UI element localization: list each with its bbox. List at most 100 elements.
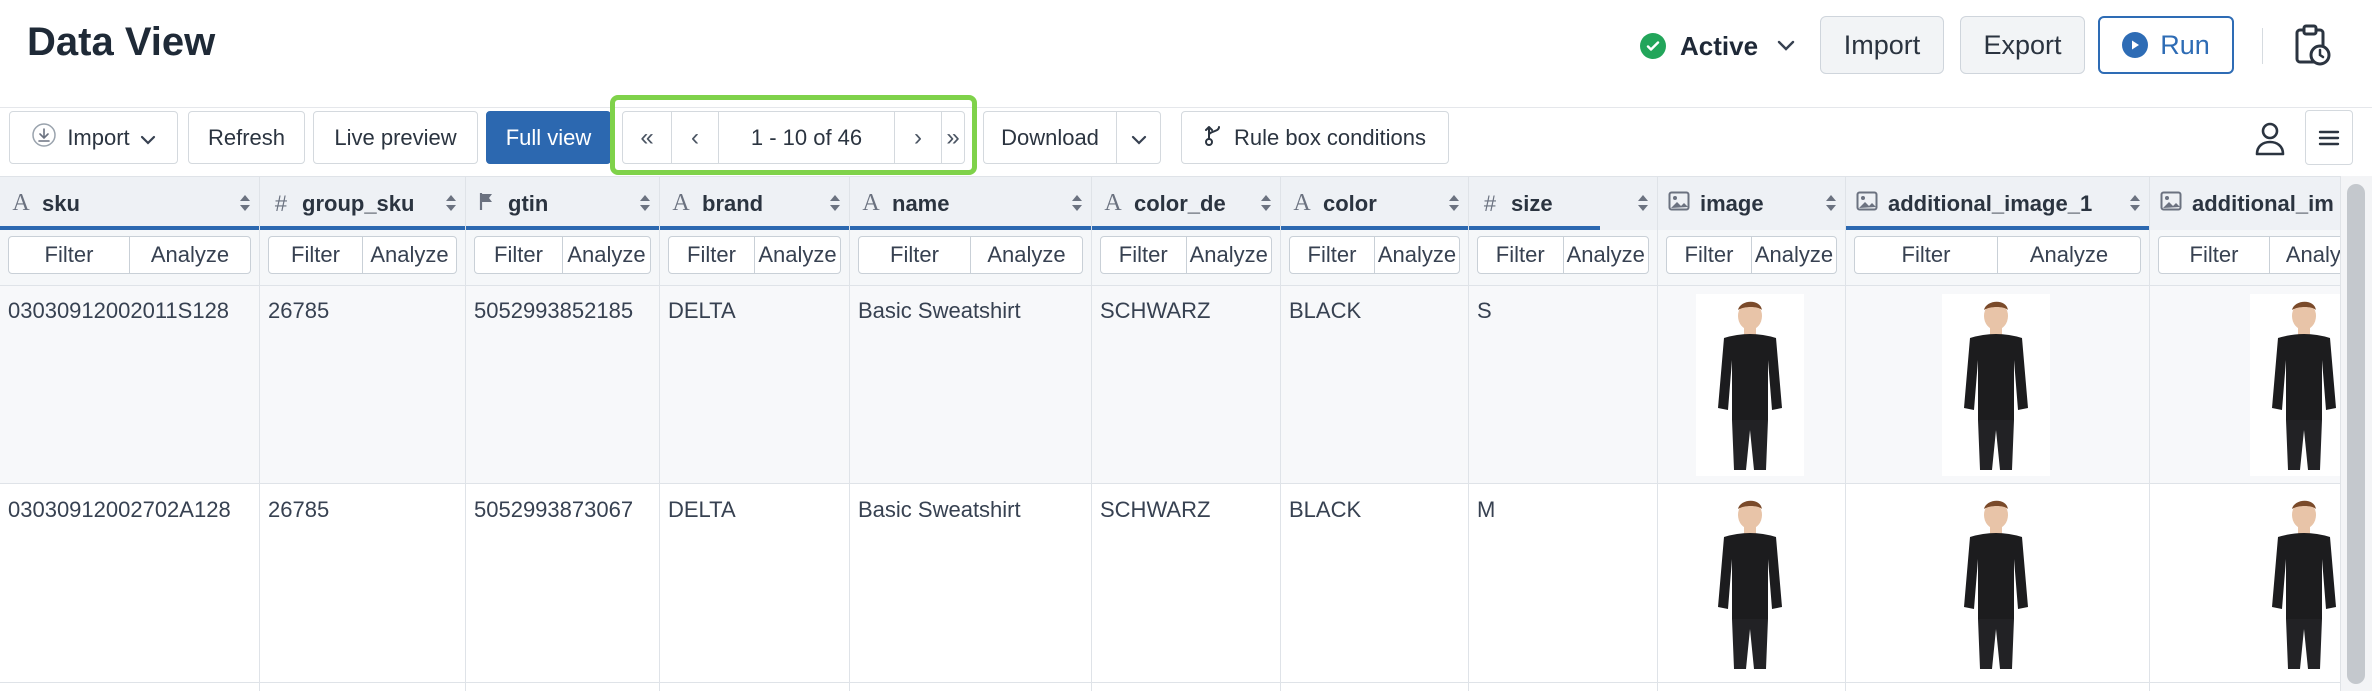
table-cell[interactable]: 5052993873067 (466, 485, 659, 683)
column-header[interactable]: image (1658, 177, 1845, 230)
analyze-button[interactable]: Analyze (1564, 237, 1649, 273)
toolbar-import-dropdown[interactable]: Import (9, 111, 178, 164)
table-cell[interactable]: DELTA (660, 286, 849, 484)
filter-button[interactable]: Filter (859, 237, 971, 273)
column-size: # size Filter Analyze S M (1469, 177, 1658, 691)
column-header[interactable]: # group_sku (260, 177, 465, 230)
column-header[interactable]: # size (1469, 177, 1657, 230)
table-cell[interactable] (2150, 485, 2340, 683)
table-cell[interactable] (1658, 485, 1845, 683)
sort-icon[interactable] (1448, 192, 1460, 214)
column-header[interactable]: gtin (466, 177, 659, 230)
image-thumbnail[interactable] (1942, 493, 2050, 675)
column-header[interactable]: Aname (850, 177, 1091, 230)
sort-icon[interactable] (2129, 192, 2141, 214)
image-thumbnail[interactable] (2250, 493, 2340, 675)
filter-button[interactable]: Filter (1101, 237, 1187, 273)
table-cell[interactable] (1658, 286, 1845, 484)
table-cell[interactable]: Basic Sweatshirt (850, 286, 1091, 484)
filter-button[interactable]: Filter (9, 237, 130, 273)
image-thumbnail[interactable] (1696, 493, 1804, 675)
first-page-button[interactable]: « (623, 112, 672, 163)
previous-page-button[interactable]: ‹ (672, 112, 719, 163)
table-cell[interactable]: SCHWARZ (1092, 286, 1280, 484)
analyze-button[interactable]: Analyze (1752, 237, 1836, 273)
filter-button[interactable]: Filter (1478, 237, 1564, 273)
menu-icon[interactable] (2305, 110, 2353, 165)
vertical-scrollbar[interactable] (2340, 176, 2372, 691)
analyze-button[interactable]: Analyze (1187, 237, 1272, 273)
column-header-label: group_sku (302, 190, 415, 216)
table-cell[interactable] (1846, 286, 2149, 484)
table-cell[interactable]: DELTA (660, 485, 849, 683)
filter-button[interactable]: Filter (475, 237, 563, 273)
rule-box-conditions-button[interactable]: Rule box conditions (1181, 111, 1449, 164)
table-cell[interactable]: SCHWARZ (1092, 485, 1280, 683)
table-cell[interactable]: BLACK (1281, 485, 1468, 683)
cell-value: 03030912002011S128 (8, 298, 230, 323)
column-header[interactable]: Acolor_de (1092, 177, 1280, 230)
download-button[interactable]: Download (983, 111, 1116, 164)
analyze-button[interactable]: Analyze (1375, 237, 1459, 273)
filter-button[interactable]: Filter (269, 237, 363, 273)
sort-icon[interactable] (1071, 192, 1083, 214)
filter-button[interactable]: Filter (1855, 237, 1998, 273)
sort-icon[interactable] (1260, 192, 1272, 214)
cell-value: BLACK (1289, 497, 1362, 522)
analyze-button[interactable]: Analyze (2270, 237, 2340, 273)
last-page-button[interactable]: » (942, 112, 964, 163)
import-button[interactable]: Import (1820, 16, 1944, 74)
table-cell[interactable]: Basic Sweatshirt (850, 485, 1091, 683)
analyze-button[interactable]: Analyze (755, 237, 840, 273)
analyze-button[interactable]: Analyze (563, 237, 650, 273)
table-cell[interactable]: 03030912002702A128 (0, 485, 259, 683)
column-header[interactable]: Asku (0, 177, 259, 230)
column-header[interactable]: additional_im (2150, 177, 2340, 230)
live-preview-button[interactable]: Live preview (313, 111, 478, 164)
table-cell[interactable]: 03030912002011S128 (0, 286, 259, 484)
column-header[interactable]: Abrand (660, 177, 849, 230)
image-thumbnail[interactable] (1696, 294, 1804, 476)
column-header-label: size (1511, 190, 1553, 216)
table-cell[interactable]: 26785 (260, 286, 465, 484)
filter-button[interactable]: Filter (669, 237, 755, 273)
table-cell[interactable]: S (1469, 286, 1657, 484)
download-options-button[interactable] (1116, 111, 1161, 164)
table-cell[interactable]: BLACK (1281, 286, 1468, 484)
sort-icon[interactable] (1637, 192, 1649, 214)
analyze-button[interactable]: Analyze (363, 237, 456, 273)
rule-branch-icon (1204, 123, 1224, 153)
schedule-history-icon[interactable] (2292, 24, 2332, 68)
table-cell[interactable]: 26785 (260, 485, 465, 683)
run-button[interactable]: Run (2098, 16, 2234, 74)
filter-button[interactable]: Filter (1667, 237, 1752, 273)
table-cell[interactable] (1846, 485, 2149, 683)
image-thumbnail[interactable] (2250, 294, 2340, 476)
status-dropdown[interactable]: Active (1640, 26, 1800, 66)
image-thumbnail[interactable] (1942, 294, 2050, 476)
refresh-button[interactable]: Refresh (188, 111, 305, 164)
analyze-button[interactable]: Analyze (130, 237, 250, 273)
analyze-button[interactable]: Analyze (971, 237, 1082, 273)
export-button[interactable]: Export (1960, 16, 2085, 74)
column-header[interactable]: Acolor (1281, 177, 1468, 230)
sort-icon[interactable] (829, 192, 841, 214)
column-header-label: color_de (1134, 190, 1226, 216)
sort-icon[interactable] (639, 192, 651, 214)
filter-button[interactable]: Filter (2159, 237, 2270, 273)
analyze-button[interactable]: Analyze (1998, 237, 2140, 273)
filter-button[interactable]: Filter (1290, 237, 1375, 273)
sort-icon[interactable] (239, 192, 251, 214)
full-view-button[interactable]: Full view (486, 111, 611, 164)
user-icon[interactable] (2250, 118, 2290, 158)
sort-icon[interactable] (445, 192, 457, 214)
table-cell[interactable] (2150, 286, 2340, 484)
filter-analyze-row: FilterAnalyze (2150, 230, 2340, 286)
scrollbar-thumb[interactable] (2347, 184, 2365, 684)
cell-value: 5052993873067 (474, 497, 634, 522)
sort-icon[interactable] (1825, 192, 1837, 214)
column-header[interactable]: additional_image_1 (1846, 177, 2149, 230)
table-cell[interactable]: 5052993852185 (466, 286, 659, 484)
next-page-button[interactable]: › (895, 112, 942, 163)
table-cell[interactable]: M (1469, 485, 1657, 683)
